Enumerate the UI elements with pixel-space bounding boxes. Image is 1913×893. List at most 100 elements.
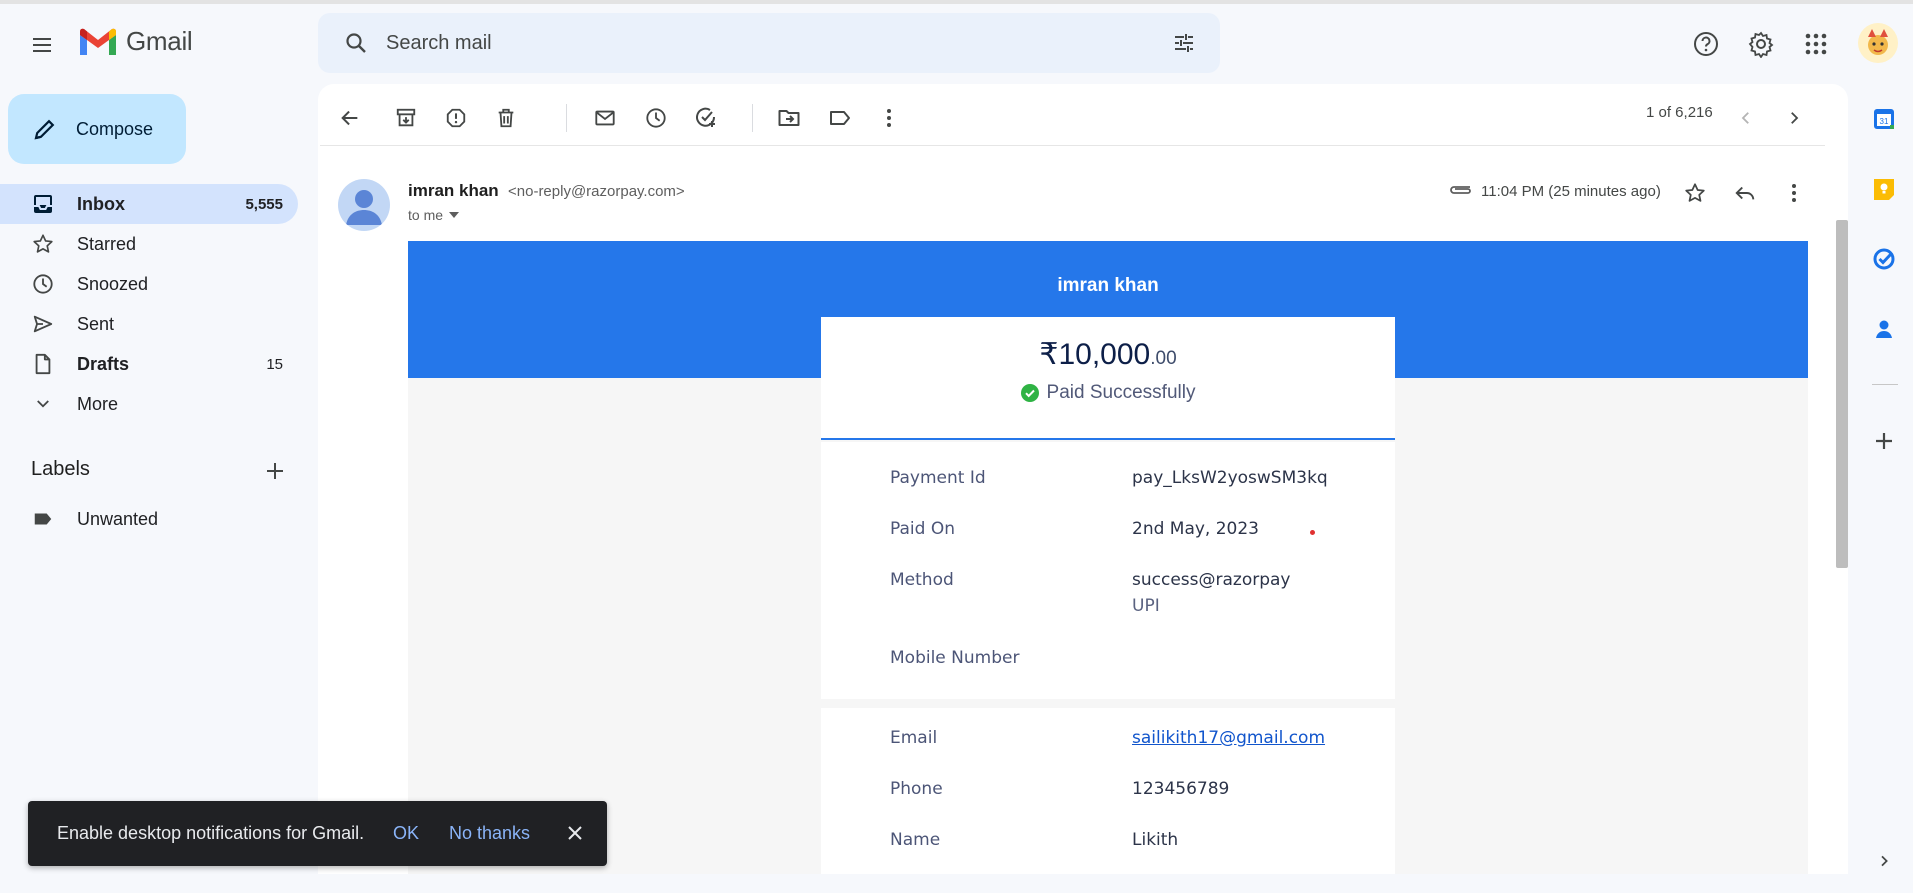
inbox-count: 5,555 — [245, 195, 283, 213]
toolbar-bottom-divider — [320, 145, 1825, 146]
message-panel: 1 of 6,216 imran khan <no-reply@razorpay… — [318, 84, 1848, 874]
app-name: Gmail — [126, 26, 193, 56]
add-label-icon[interactable] — [262, 458, 288, 484]
calendar-icon[interactable]: 31 — [1868, 103, 1900, 135]
snackbar-ok-button[interactable]: OK — [393, 823, 419, 844]
nav-starred[interactable]: Starred — [0, 224, 298, 264]
search-bar[interactable] — [318, 13, 1220, 73]
paid-on-value: 2nd May, 2023 — [1132, 519, 1260, 539]
message-more-vert-icon[interactable] — [1777, 176, 1811, 210]
expand-side-panel-chevron-icon[interactable] — [1868, 845, 1900, 877]
apps-grid-icon[interactable] — [1796, 24, 1836, 64]
label-tag-icon — [31, 507, 55, 531]
labels-heading: Labels — [31, 458, 90, 480]
method-value: success@razorpay — [1132, 570, 1291, 590]
move-to-icon[interactable] — [771, 100, 807, 136]
detail-label: Mobile Number — [890, 648, 1020, 668]
gmail-logo[interactable]: Gmail — [78, 26, 193, 57]
email-link[interactable]: sailikith17@gmail.com — [1132, 728, 1325, 748]
help-icon[interactable] — [1686, 24, 1726, 64]
check-circle-icon — [1020, 384, 1039, 402]
amount-decimal: .00 — [1150, 348, 1177, 369]
label-unwanted[interactable]: Unwanted — [0, 499, 298, 539]
search-input[interactable] — [384, 30, 1144, 56]
reply-icon[interactable] — [1728, 176, 1762, 210]
mark-unread-icon[interactable] — [587, 100, 623, 136]
star-icon — [31, 232, 55, 256]
hamburger-icon — [33, 38, 51, 52]
nav-drafts[interactable]: Drafts 15 — [0, 344, 298, 384]
sender-avatar[interactable] — [338, 179, 390, 231]
status-text: Paid Successfully — [1046, 382, 1196, 403]
method-sub-value: UPI — [1132, 596, 1160, 616]
clock-icon — [31, 272, 55, 296]
nav-snoozed[interactable]: Snoozed — [0, 264, 298, 304]
detail-label: Method — [890, 570, 954, 590]
inbox-icon — [31, 192, 55, 216]
nav-label: More — [77, 393, 119, 414]
contact-details: Email sailikith17@gmail.com Phone 123456… — [821, 708, 1395, 874]
payment-id-value: pay_LksW2yoswSM3kq — [1132, 468, 1328, 488]
payment-details: Payment Id pay_LksW2yoswSM3kq Paid On 2n… — [821, 442, 1395, 699]
nav-label: Sent — [77, 313, 115, 334]
attachment-icon — [1450, 186, 1471, 194]
archive-icon[interactable] — [388, 100, 424, 136]
nav-label: Inbox — [77, 193, 125, 214]
older-chevron-right-icon[interactable] — [1776, 100, 1812, 136]
payment-amount: ₹10,000.00 — [821, 337, 1395, 372]
newer-chevron-left-icon[interactable] — [1728, 100, 1764, 136]
add-task-icon[interactable] — [688, 100, 724, 136]
compose-label: Compose — [76, 118, 154, 139]
pencil-icon — [34, 119, 55, 140]
recipient-details-toggle[interactable]: to me — [408, 207, 460, 223]
top-border — [0, 0, 1913, 4]
label-icon[interactable] — [822, 100, 858, 136]
keep-notes-icon[interactable] — [1868, 173, 1900, 205]
detail-label: Email — [890, 728, 938, 748]
report-spam-icon[interactable] — [438, 100, 474, 136]
snackbar-message: Enable desktop notifications for Gmail. — [57, 823, 365, 843]
detail-label: Phone — [890, 779, 943, 799]
search-icon[interactable] — [328, 15, 384, 71]
nav-more[interactable]: More — [0, 384, 298, 424]
compose-button[interactable]: Compose — [8, 94, 186, 164]
scrollbar-thumb[interactable] — [1836, 220, 1848, 568]
star-message-icon[interactable] — [1678, 176, 1712, 210]
caret-down-icon — [449, 212, 460, 218]
sender-name[interactable]: imran khan — [408, 181, 499, 201]
nav-inbox[interactable]: Inbox 5,555 — [0, 184, 298, 224]
send-icon — [31, 312, 55, 336]
contacts-icon[interactable] — [1868, 313, 1900, 345]
payment-summary-card: ₹10,000.00 Paid Successfully — [821, 317, 1395, 440]
get-addons-plus-icon[interactable] — [1868, 425, 1900, 457]
tasks-icon[interactable] — [1868, 243, 1900, 275]
red-dot-marker — [1310, 530, 1315, 535]
trash-icon[interactable] — [488, 100, 524, 136]
toolbar-divider — [566, 104, 567, 132]
close-icon[interactable] — [563, 821, 587, 845]
name-value: Likith — [1132, 830, 1179, 850]
gmail-m-icon — [80, 28, 116, 55]
detail-label: Paid On — [890, 519, 955, 539]
side-panel-divider — [1872, 384, 1898, 385]
message-toolbar: 1 of 6,216 — [318, 84, 1828, 146]
snackbar-no-thanks-button[interactable]: No thanks — [449, 823, 530, 844]
detail-label: Name — [890, 830, 941, 850]
phone-value: 123456789 — [1132, 779, 1230, 799]
settings-gear-icon[interactable] — [1741, 24, 1781, 64]
paging-count: 1 of 6,216 — [1646, 104, 1713, 121]
back-arrow-icon[interactable] — [332, 100, 368, 136]
chevron-down-icon — [31, 392, 55, 416]
nav-label: Unwanted — [77, 508, 159, 529]
nav-sent[interactable]: Sent — [0, 304, 298, 344]
drafts-count: 15 — [266, 355, 283, 373]
notification-snackbar: Enable desktop notifications for Gmail. … — [28, 801, 607, 866]
main-menu-button[interactable] — [22, 25, 62, 65]
amount-main: ₹10,000 — [1039, 338, 1151, 371]
account-avatar[interactable] — [1858, 23, 1898, 63]
nav-label: Drafts — [77, 353, 130, 374]
snooze-clock-icon[interactable] — [638, 100, 674, 136]
search-options-icon[interactable] — [1170, 29, 1198, 57]
draft-icon — [31, 352, 55, 376]
more-vert-icon[interactable] — [871, 100, 907, 136]
